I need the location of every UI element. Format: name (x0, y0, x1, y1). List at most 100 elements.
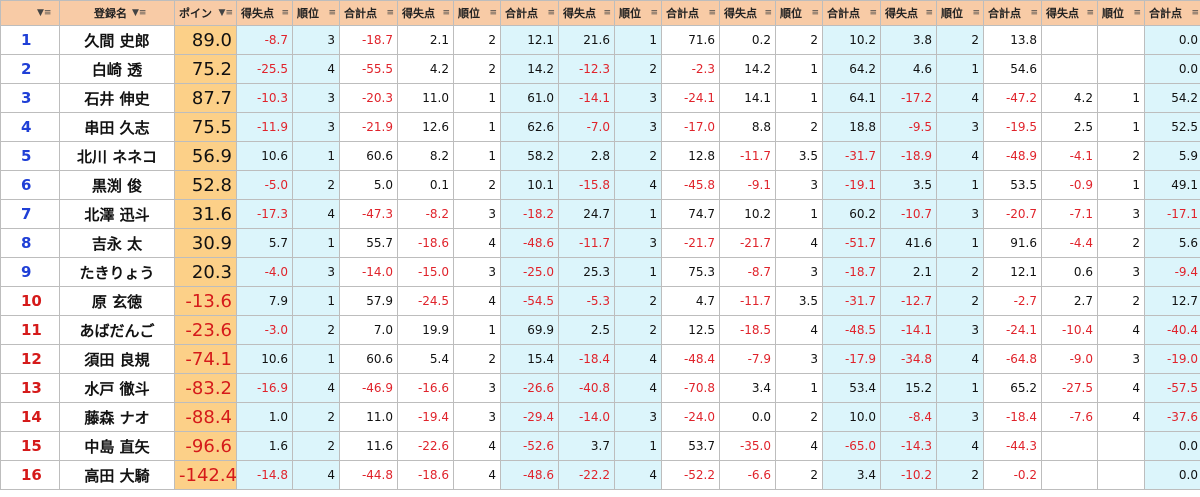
gain-cell[interactable]: 24.7 (558, 199, 615, 229)
points-cell[interactable]: 30.9 (174, 228, 237, 258)
filter-dropdown-icon[interactable]: ≡ (1191, 8, 1199, 18)
player-name-cell[interactable]: 久間 史郎 (59, 25, 175, 55)
total-cell[interactable]: 57.9 (339, 286, 398, 316)
order-cell[interactable]: 1 (292, 141, 340, 171)
header-gain[interactable]: 得失点 ≡ (1041, 0, 1098, 26)
order-cell[interactable]: 3 (453, 402, 501, 432)
total-cell[interactable]: 0.0 (1144, 54, 1200, 84)
filter-dropdown-icon[interactable]: ≡ (708, 8, 716, 18)
order-cell[interactable]: 1 (936, 373, 984, 403)
points-cell[interactable]: 75.2 (174, 54, 237, 84)
total-cell[interactable]: -64.8 (983, 344, 1042, 374)
gain-cell[interactable]: 1.6 (236, 431, 293, 461)
total-cell[interactable]: 64.2 (822, 54, 881, 84)
total-cell[interactable]: -14.0 (339, 257, 398, 287)
gain-cell[interactable] (1041, 460, 1098, 490)
filter-dropdown-icon[interactable]: ≡ (972, 8, 980, 18)
total-cell[interactable]: -48.9 (983, 141, 1042, 171)
gain-cell[interactable]: 3.5 (880, 170, 937, 200)
points-cell[interactable]: 89.0 (174, 25, 237, 55)
gain-cell[interactable]: -14.1 (880, 315, 937, 345)
filter-dropdown-icon[interactable]: ≡ (386, 8, 394, 18)
order-cell[interactable]: 2 (453, 25, 501, 55)
total-cell[interactable]: 74.7 (661, 199, 720, 229)
filter-dropdown-icon[interactable]: ≡ (764, 8, 772, 18)
player-name-cell[interactable]: 北川 ネネコ (59, 141, 175, 171)
rank-cell[interactable]: 9 (0, 257, 60, 287)
filter-dropdown-icon[interactable]: ≡ (925, 8, 933, 18)
order-cell[interactable]: 4 (614, 460, 662, 490)
total-cell[interactable]: 65.2 (983, 373, 1042, 403)
gain-cell[interactable]: 10.6 (236, 344, 293, 374)
points-cell[interactable]: -74.1 (174, 344, 237, 374)
order-cell[interactable]: 1 (292, 344, 340, 374)
gain-cell[interactable]: 14.1 (719, 83, 776, 113)
order-cell[interactable]: 4 (614, 344, 662, 374)
header-total[interactable]: 合計点 ≡ (983, 0, 1042, 26)
total-cell[interactable]: 91.6 (983, 228, 1042, 258)
gain-cell[interactable]: -15.8 (558, 170, 615, 200)
order-cell[interactable]: 2 (292, 402, 340, 432)
gain-cell[interactable]: 3.7 (558, 431, 615, 461)
gain-cell[interactable]: 0.2 (719, 25, 776, 55)
gain-cell[interactable]: 2.7 (1041, 286, 1098, 316)
gain-cell[interactable]: 2.1 (397, 25, 454, 55)
player-name-cell[interactable]: あばだんご (59, 315, 175, 345)
total-cell[interactable]: -48.4 (661, 344, 720, 374)
filter-dropdown-icon[interactable]: ≡ (442, 8, 450, 18)
filter-dropdown-icon[interactable]: ≡ (489, 8, 497, 18)
gain-cell[interactable]: -11.9 (236, 112, 293, 142)
total-cell[interactable]: -40.4 (1144, 315, 1200, 345)
total-cell[interactable]: 3.4 (822, 460, 881, 490)
total-cell[interactable]: 0.0 (1144, 460, 1200, 490)
total-cell[interactable]: -19.1 (822, 170, 881, 200)
gain-cell[interactable]: -12.7 (880, 286, 937, 316)
points-cell[interactable]: 87.7 (174, 83, 237, 113)
total-cell[interactable]: -2.3 (661, 54, 720, 84)
total-cell[interactable]: 11.6 (339, 431, 398, 461)
order-cell[interactable]: 4 (936, 83, 984, 113)
player-name-cell[interactable]: 水戸 徹斗 (59, 373, 175, 403)
order-cell[interactable]: 3 (1097, 199, 1145, 229)
order-cell[interactable]: 1 (775, 199, 823, 229)
order-cell[interactable] (1097, 54, 1145, 84)
gain-cell[interactable]: -18.9 (880, 141, 937, 171)
order-cell[interactable]: 2 (775, 402, 823, 432)
rank-cell[interactable]: 7 (0, 199, 60, 229)
rank-cell[interactable]: 10 (0, 286, 60, 316)
total-cell[interactable]: 54.2 (1144, 83, 1200, 113)
order-cell[interactable]: 3 (1097, 344, 1145, 374)
total-cell[interactable]: -25.0 (500, 257, 559, 287)
gain-cell[interactable]: 7.9 (236, 286, 293, 316)
gain-cell[interactable]: -5.0 (236, 170, 293, 200)
total-cell[interactable]: -29.4 (500, 402, 559, 432)
points-cell[interactable]: 31.6 (174, 199, 237, 229)
total-cell[interactable]: -18.2 (500, 199, 559, 229)
header-gain[interactable]: 得失点 ≡ (397, 0, 454, 26)
gain-cell[interactable]: -14.3 (880, 431, 937, 461)
order-cell[interactable]: 2 (1097, 141, 1145, 171)
gain-cell[interactable]: 2.1 (880, 257, 937, 287)
total-cell[interactable]: 13.8 (983, 25, 1042, 55)
total-cell[interactable]: 12.1 (500, 25, 559, 55)
player-name-cell[interactable]: 石井 伸史 (59, 83, 175, 113)
gain-cell[interactable]: -6.6 (719, 460, 776, 490)
order-cell[interactable]: 4 (292, 373, 340, 403)
total-cell[interactable]: 15.4 (500, 344, 559, 374)
order-cell[interactable]: 3 (292, 25, 340, 55)
gain-cell[interactable]: -11.7 (719, 286, 776, 316)
gain-cell[interactable]: 14.2 (719, 54, 776, 84)
gain-cell[interactable]: 3.8 (880, 25, 937, 55)
total-cell[interactable]: -48.6 (500, 460, 559, 490)
order-cell[interactable]: 1 (453, 315, 501, 345)
total-cell[interactable]: 12.7 (1144, 286, 1200, 316)
order-cell[interactable]: 2 (614, 315, 662, 345)
gain-cell[interactable]: 0.1 (397, 170, 454, 200)
order-cell[interactable]: 3 (775, 344, 823, 374)
gain-cell[interactable]: -22.2 (558, 460, 615, 490)
order-cell[interactable]: 4 (775, 315, 823, 345)
order-cell[interactable]: 1 (453, 112, 501, 142)
gain-cell[interactable]: 41.6 (880, 228, 937, 258)
total-cell[interactable]: 12.5 (661, 315, 720, 345)
gain-cell[interactable]: -24.5 (397, 286, 454, 316)
